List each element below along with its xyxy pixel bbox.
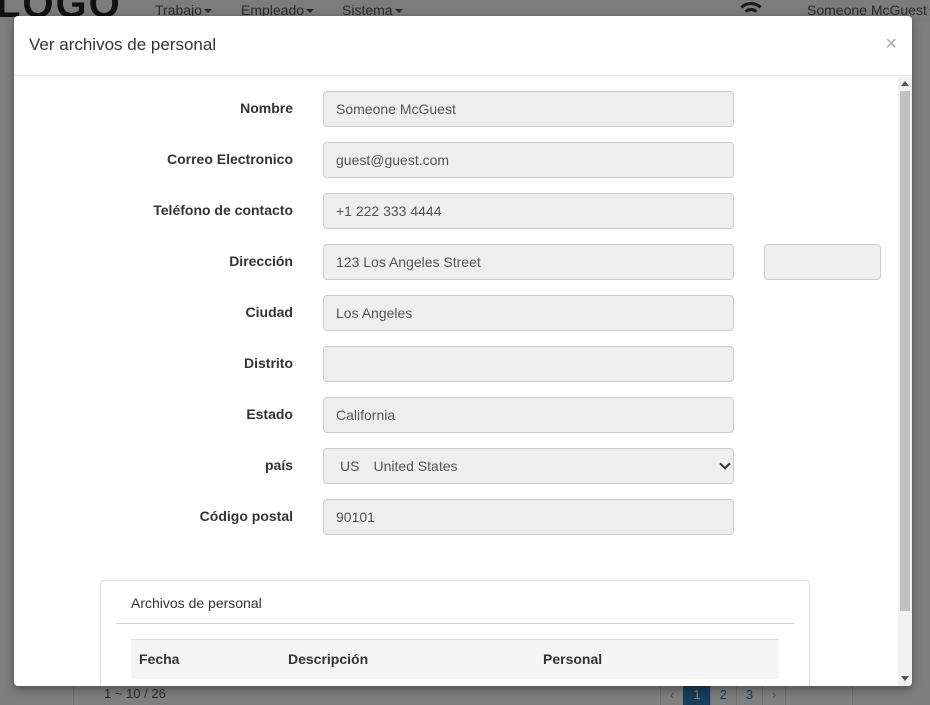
field-nombre: Nombre Someone McGuest xyxy=(14,91,898,127)
postal-code-field[interactable]: 90101 xyxy=(323,499,734,535)
records-panel: Archivos de personal Fecha Descripción P… xyxy=(100,580,810,686)
field-label: Teléfono de contacto xyxy=(153,202,293,218)
field-ciudad: Ciudad Los Angeles xyxy=(14,295,898,331)
column-header-descripcion[interactable]: Descripción xyxy=(288,651,368,667)
field-correo: Correo Electronico guest@guest.com xyxy=(14,142,898,178)
field-label: país xyxy=(264,457,293,473)
field-estado: Estado California xyxy=(14,397,898,433)
modal-scrollbar[interactable] xyxy=(898,77,912,686)
field-label: Correo Electronico xyxy=(166,151,293,167)
country-code: US xyxy=(340,458,360,474)
field-label: Código postal xyxy=(199,508,293,524)
table-header: Fecha Descripción Personal xyxy=(131,639,779,679)
close-icon[interactable]: × xyxy=(885,34,897,54)
name-field[interactable]: Someone McGuest xyxy=(323,91,734,127)
field-label: Dirección xyxy=(229,253,293,269)
scroll-up-icon[interactable] xyxy=(901,81,909,86)
address-extra-field[interactable] xyxy=(764,244,881,280)
modal-header: Ver archivos de personal × xyxy=(14,16,912,76)
city-field[interactable]: Los Angeles xyxy=(323,295,734,331)
country-select[interactable]: US United States xyxy=(323,448,734,484)
field-direccion: Dirección 123 Los Angeles Street xyxy=(14,244,898,280)
state-field[interactable]: California xyxy=(323,397,734,433)
chevron-down-icon xyxy=(719,458,731,470)
column-header-fecha[interactable]: Fecha xyxy=(139,651,179,667)
field-codigo-postal: Código postal 90101 xyxy=(14,499,898,535)
modal-title: Ver archivos de personal xyxy=(29,35,217,54)
district-field[interactable] xyxy=(323,346,734,382)
address-field[interactable]: 123 Los Angeles Street xyxy=(323,244,734,280)
field-distrito: Distrito xyxy=(14,346,898,382)
field-label: Distrito xyxy=(244,355,293,371)
field-telefono: Teléfono de contacto +1 222 333 4444 xyxy=(14,193,898,229)
field-label: Estado xyxy=(246,406,293,422)
field-label: Nombre xyxy=(240,100,293,116)
field-label: Ciudad xyxy=(245,304,293,320)
modal-body: Nombre Someone McGuest Correo Electronic… xyxy=(14,77,898,686)
scroll-thumb[interactable] xyxy=(900,91,910,611)
country-name: United States xyxy=(373,458,458,474)
column-header-personal[interactable]: Personal xyxy=(543,651,602,667)
divider xyxy=(116,623,794,624)
scroll-down-icon[interactable] xyxy=(901,676,909,681)
field-pais: país US United States xyxy=(14,448,898,484)
phone-field[interactable]: +1 222 333 4444 xyxy=(323,193,734,229)
staff-records-modal: Ver archivos de personal × Nombre Someon… xyxy=(14,16,912,686)
panel-title: Archivos de personal xyxy=(131,595,262,611)
email-field[interactable]: guest@guest.com xyxy=(323,142,734,178)
